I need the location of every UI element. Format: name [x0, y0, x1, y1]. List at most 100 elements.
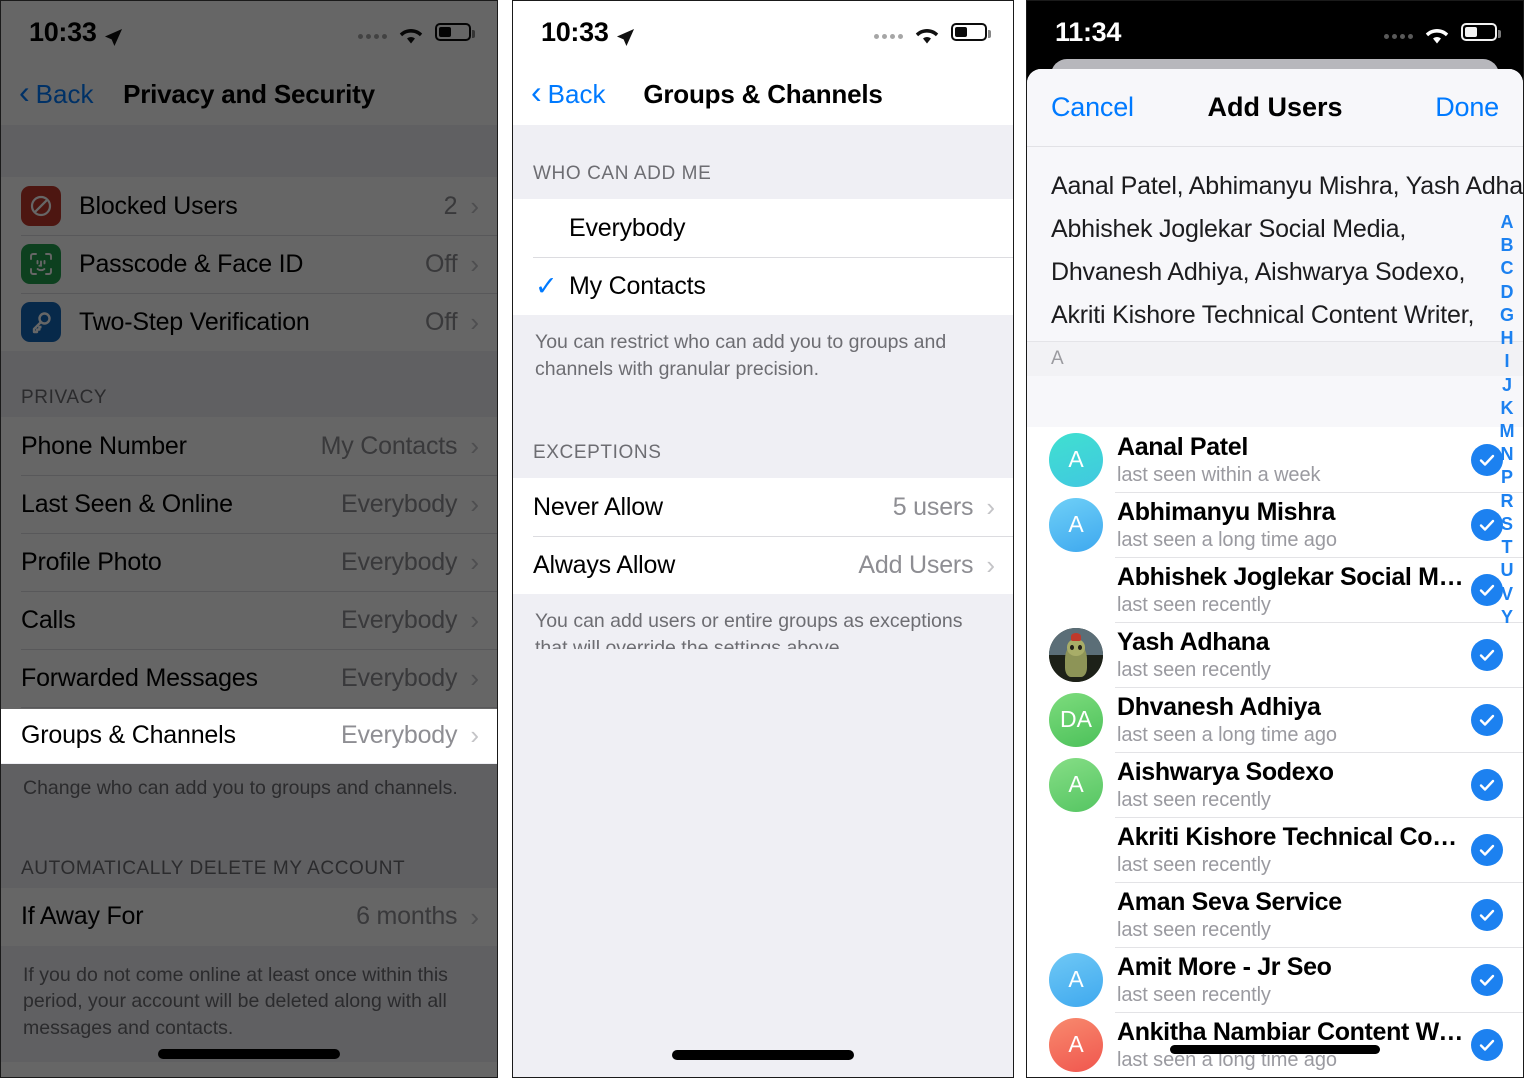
index-letter[interactable]: M [1500, 420, 1515, 443]
index-letter[interactable]: Y [1501, 606, 1513, 629]
back-button-privacy[interactable]: ‹ Back [19, 76, 93, 110]
contact-text: Dhvanesh Adhiya last seen a long time ag… [1117, 693, 1471, 747]
index-letter[interactable]: S [1501, 513, 1513, 536]
row-label: Forwarded Messages [21, 663, 258, 692]
contact-name: Akriti Kishore Technical Conten... [1117, 822, 1471, 851]
row-data-settings[interactable]: Data Settings › [1, 1061, 497, 1077]
list-item[interactable]: DA Dhvanesh Adhiya last seen a long time… [1027, 687, 1523, 752]
contact-name: Aishwarya Sodexo [1117, 757, 1334, 786]
index-letter[interactable]: I [1504, 350, 1509, 373]
selected-check-icon[interactable] [1471, 963, 1503, 996]
exceptions-header: EXCEPTIONS [513, 428, 1013, 479]
list-item[interactable]: Akriti Kishore Technical Conten... last … [1027, 817, 1523, 882]
panel-privacy-and-security: 10:33 ‹ Back Privacy and Security Blocke… [0, 0, 498, 1078]
selected-check-icon[interactable] [1471, 1028, 1503, 1061]
list-item[interactable]: A Aanal Patel last seen within a week [1027, 427, 1523, 492]
token-line: Akriti Kishore Technical Content Writer, [1051, 301, 1475, 329]
chevron-right-icon: › [470, 547, 479, 577]
selected-users-token-field[interactable]: Aanal Patel, Abhimanyu Mishra, Yash Adha… [1027, 147, 1523, 341]
row-passcode-face-id[interactable]: Passcode & Face ID Off › [1, 235, 497, 293]
selected-check-icon[interactable] [1471, 833, 1503, 866]
selected-check-icon[interactable] [1471, 703, 1503, 736]
privacy-section: Phone Number My Contacts › Last Seen & O… [1, 417, 497, 763]
battery-icon [951, 23, 991, 41]
index-letter[interactable]: A [1501, 211, 1514, 234]
chevron-right-icon: › [470, 191, 479, 221]
row-never-allow[interactable]: Never Allow 5 users › [513, 478, 1013, 537]
sheet-nav-bar: Cancel Add Users Done [1027, 69, 1523, 147]
list-item[interactable]: A Aishwarya Sodexo last seen recently [1027, 752, 1523, 817]
index-letter[interactable]: R [1501, 490, 1514, 513]
selected-check-icon[interactable] [1471, 768, 1503, 801]
row-calls[interactable]: Calls Everybody › [1, 591, 497, 649]
row-last-seen-online[interactable]: Last Seen & Online Everybody › [1, 475, 497, 533]
index-letter[interactable]: C [1501, 257, 1514, 280]
back-button-groups[interactable]: ‹ Back [531, 76, 605, 110]
index-letter[interactable]: J [1502, 374, 1512, 397]
contact-status: last seen recently [1117, 918, 1271, 941]
index-letter[interactable]: B [1501, 234, 1514, 257]
row-groups-and-channels-highlighted[interactable]: Groups & Channels Everybody › [1, 707, 497, 763]
index-letter[interactable]: N [1501, 443, 1514, 466]
alphabet-index[interactable]: A B C D G H I J K M N P R S T U V Y [1494, 211, 1520, 629]
who-can-add-me-options: Everybody ✓ My Contacts [513, 199, 1013, 315]
row-always-allow[interactable]: Always Allow Add Users › [513, 536, 1013, 595]
index-letter[interactable]: T [1502, 536, 1513, 559]
row-label: Groups & Channels [21, 720, 236, 749]
row-profile-photo[interactable]: Profile Photo Everybody › [1, 533, 497, 591]
add-users-sheet: Cancel Add Users Done Aanal Patel, Abhim… [1027, 69, 1523, 1077]
row-label: Passcode & Face ID [79, 249, 304, 278]
list-item[interactable]: Abhishek Joglekar Social Media last seen… [1027, 557, 1523, 622]
nav-bar-groups: ‹ Back Groups & Channels [513, 63, 1013, 125]
list-item[interactable]: Aman Seva Service last seen recently [1027, 882, 1523, 947]
status-time-group: 10:33 [29, 17, 123, 48]
contact-name: Dhvanesh Adhiya [1117, 692, 1321, 721]
row-label: If Away For [21, 902, 144, 931]
row-phone-number[interactable]: Phone Number My Contacts › [1, 417, 497, 475]
row-value: 5 users [892, 492, 974, 521]
row-blocked-users[interactable]: Blocked Users 2 › [1, 177, 497, 235]
auto-delete-section-header: AUTOMATICALLY DELETE MY ACCOUNT [1, 821, 497, 888]
empty-area [513, 649, 1013, 1077]
option-label: My Contacts [569, 271, 706, 300]
selected-check-icon[interactable] [1471, 638, 1503, 671]
chevron-right-icon: › [470, 901, 479, 932]
index-letter[interactable]: H [1501, 327, 1514, 350]
index-letter[interactable]: K [1501, 397, 1514, 420]
avatar-initials: A [1068, 966, 1084, 992]
index-letter[interactable]: D [1501, 281, 1514, 304]
row-label: Never Allow [533, 492, 663, 521]
option-everybody[interactable]: Everybody [513, 199, 1013, 257]
contact-name: Amit More - Jr Seo [1117, 952, 1332, 981]
index-letter[interactable]: V [1501, 583, 1513, 606]
contacts-list[interactable]: A Aanal Patel last seen within a week A … [1027, 427, 1523, 1077]
chevron-right-icon: › [470, 605, 479, 635]
contact-text: Akriti Kishore Technical Conten... last … [1117, 823, 1471, 877]
section-letter-header: A [1027, 341, 1523, 376]
row-two-step-verification[interactable]: Two-Step Verification Off › [1, 293, 497, 351]
home-indicator [158, 1049, 340, 1059]
option-my-contacts[interactable]: ✓ My Contacts [513, 257, 1013, 315]
row-label: Calls [21, 605, 76, 634]
index-letter[interactable]: U [1501, 559, 1514, 582]
list-item[interactable]: Yash Adhana last seen recently [1027, 622, 1523, 687]
panel-groups-and-channels: 10:33 ‹ Back Groups & Channels WHO CAN A… [512, 0, 1014, 1078]
location-arrow-icon [104, 23, 123, 46]
avatar-initials: A [1068, 446, 1084, 472]
row-if-away-for[interactable]: If Away For 6 months › [1, 887, 497, 946]
contact-text: Aishwarya Sodexo last seen recently [1117, 758, 1471, 812]
row-forwarded-messages[interactable]: Forwarded Messages Everybody › [1, 649, 497, 707]
done-button[interactable]: Done [1435, 92, 1499, 123]
index-letter[interactable]: G [1500, 304, 1514, 327]
cancel-button[interactable]: Cancel [1051, 92, 1134, 123]
list-item[interactable]: A Amit More - Jr Seo last seen recently [1027, 947, 1523, 1012]
contact-status: last seen a long time ago [1117, 528, 1337, 551]
list-item[interactable]: A Abhimanyu Mishra last seen a long time… [1027, 492, 1523, 557]
option-label: Everybody [569, 213, 686, 242]
chevron-right-icon: › [986, 550, 995, 581]
status-bar-add-users: 11:34 [1027, 1, 1523, 63]
index-letter[interactable]: P [1501, 466, 1513, 489]
row-value: Add Users [858, 550, 974, 579]
selected-check-icon[interactable] [1471, 898, 1503, 931]
chevron-right-icon: › [470, 663, 479, 693]
